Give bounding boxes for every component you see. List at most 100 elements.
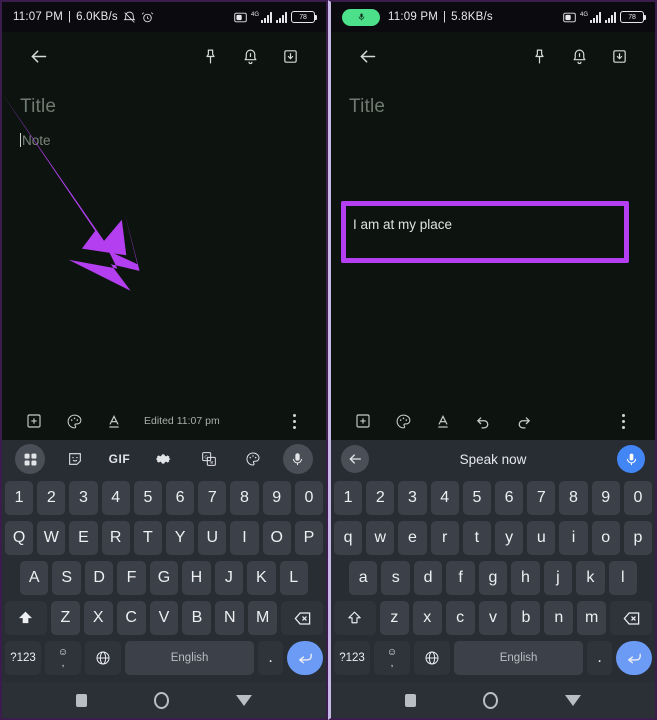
sticker-icon[interactable] — [60, 444, 90, 474]
more-options-icon[interactable] — [603, 402, 643, 440]
key-s[interactable]: s — [381, 561, 410, 595]
key-7[interactable]: 7 — [527, 481, 556, 515]
key-1[interactable]: 1 — [4, 481, 34, 515]
key-v[interactable]: V — [149, 601, 179, 635]
key-b[interactable]: B — [182, 601, 212, 635]
note-title-placeholder-after[interactable]: Title — [349, 96, 637, 118]
language-globe-icon[interactable] — [414, 641, 451, 675]
key-6[interactable]: 6 — [495, 481, 524, 515]
back-arrow-icon[interactable] — [18, 36, 58, 76]
key-p[interactable]: P — [294, 521, 324, 555]
key-1[interactable]: 1 — [333, 481, 363, 515]
back-triangle-icon[interactable] — [565, 694, 582, 706]
symbols-key[interactable]: ?123 — [333, 641, 370, 675]
key-5[interactable]: 5 — [462, 481, 491, 515]
back-triangle-icon[interactable] — [236, 694, 253, 706]
palette-icon[interactable] — [54, 402, 94, 440]
key-4[interactable]: 4 — [101, 481, 130, 515]
language-globe-icon[interactable] — [85, 641, 122, 675]
key-7[interactable]: 7 — [198, 481, 227, 515]
add-box-icon[interactable] — [14, 402, 54, 440]
gif-icon[interactable]: GIF — [104, 444, 134, 474]
key-8[interactable]: 8 — [230, 481, 259, 515]
key-h[interactable]: H — [182, 561, 211, 595]
note-title-placeholder-before[interactable]: Title — [20, 96, 308, 118]
key-6[interactable]: 6 — [166, 481, 195, 515]
key-w[interactable]: W — [37, 521, 66, 555]
enter-icon[interactable] — [616, 641, 653, 675]
grid-icon[interactable] — [15, 444, 46, 474]
key-c[interactable]: c — [445, 601, 475, 635]
key-4[interactable]: 4 — [430, 481, 459, 515]
mic-icon[interactable] — [617, 445, 645, 473]
key-t[interactable]: t — [462, 521, 491, 555]
note-text-after[interactable]: I am at my place — [353, 216, 452, 234]
key-2[interactable]: 2 — [366, 481, 395, 515]
key-l[interactable]: l — [608, 561, 637, 595]
key-q[interactable]: q — [333, 521, 363, 555]
key-5[interactable]: 5 — [133, 481, 162, 515]
key-k[interactable]: K — [247, 561, 276, 595]
key-f[interactable]: F — [117, 561, 146, 595]
key-y[interactable]: y — [495, 521, 524, 555]
settings-gear-icon[interactable] — [149, 444, 179, 474]
period-key[interactable]: . — [258, 641, 283, 675]
archive-icon[interactable] — [270, 36, 310, 76]
symbols-key[interactable]: ?123 — [4, 641, 41, 675]
key-g[interactable]: g — [478, 561, 508, 595]
pin-icon[interactable] — [190, 36, 230, 76]
enter-icon[interactable] — [287, 641, 324, 675]
key-x[interactable]: X — [83, 601, 113, 635]
key-m[interactable]: m — [577, 601, 607, 635]
key-h[interactable]: h — [511, 561, 540, 595]
key-l[interactable]: L — [279, 561, 308, 595]
key-d[interactable]: d — [413, 561, 443, 595]
key-z[interactable]: Z — [50, 601, 80, 635]
key-d[interactable]: D — [84, 561, 114, 595]
text-format-icon[interactable] — [423, 402, 463, 440]
key-v[interactable]: v — [478, 601, 508, 635]
key-r[interactable]: r — [430, 521, 459, 555]
key-3[interactable]: 3 — [69, 481, 98, 515]
key-o[interactable]: o — [591, 521, 620, 555]
key-a[interactable]: a — [349, 561, 378, 595]
shift-key[interactable] — [334, 601, 376, 635]
key-o[interactable]: O — [262, 521, 291, 555]
key-i[interactable]: i — [559, 521, 588, 555]
home-circle-icon[interactable] — [482, 691, 498, 709]
key-j[interactable]: j — [543, 561, 573, 595]
key-x[interactable]: x — [412, 601, 442, 635]
key-c[interactable]: C — [116, 601, 146, 635]
back-arrow-icon[interactable] — [347, 36, 387, 76]
key-b[interactable]: b — [511, 601, 541, 635]
shift-key[interactable] — [5, 601, 47, 635]
key-s[interactable]: S — [52, 561, 81, 595]
key-9[interactable]: 9 — [262, 481, 291, 515]
recents-square-icon[interactable] — [404, 693, 416, 707]
key-2[interactable]: 2 — [37, 481, 66, 515]
backspace-icon[interactable] — [281, 601, 324, 635]
key-9[interactable]: 9 — [591, 481, 620, 515]
key-i[interactable]: I — [230, 521, 259, 555]
archive-icon[interactable] — [599, 36, 639, 76]
space-key[interactable]: English — [454, 641, 584, 675]
key-k[interactable]: k — [576, 561, 605, 595]
key-3[interactable]: 3 — [398, 481, 427, 515]
key-w[interactable]: w — [366, 521, 395, 555]
key-y[interactable]: Y — [166, 521, 195, 555]
back-arrow-icon[interactable] — [341, 445, 369, 473]
key-t[interactable]: T — [133, 521, 162, 555]
period-key[interactable]: . — [587, 641, 612, 675]
key-r[interactable]: R — [101, 521, 130, 555]
theme-palette-icon[interactable] — [238, 444, 268, 474]
key-g[interactable]: G — [149, 561, 179, 595]
note-body-before[interactable]: Title Note — [2, 80, 326, 402]
key-e[interactable]: E — [69, 521, 98, 555]
key-z[interactable]: z — [379, 601, 409, 635]
key-f[interactable]: f — [446, 561, 475, 595]
key-8[interactable]: 8 — [559, 481, 588, 515]
emoji-comma-key[interactable]: ☺, — [45, 641, 82, 675]
pin-icon[interactable] — [519, 36, 559, 76]
key-u[interactable]: U — [198, 521, 227, 555]
key-a[interactable]: A — [20, 561, 49, 595]
